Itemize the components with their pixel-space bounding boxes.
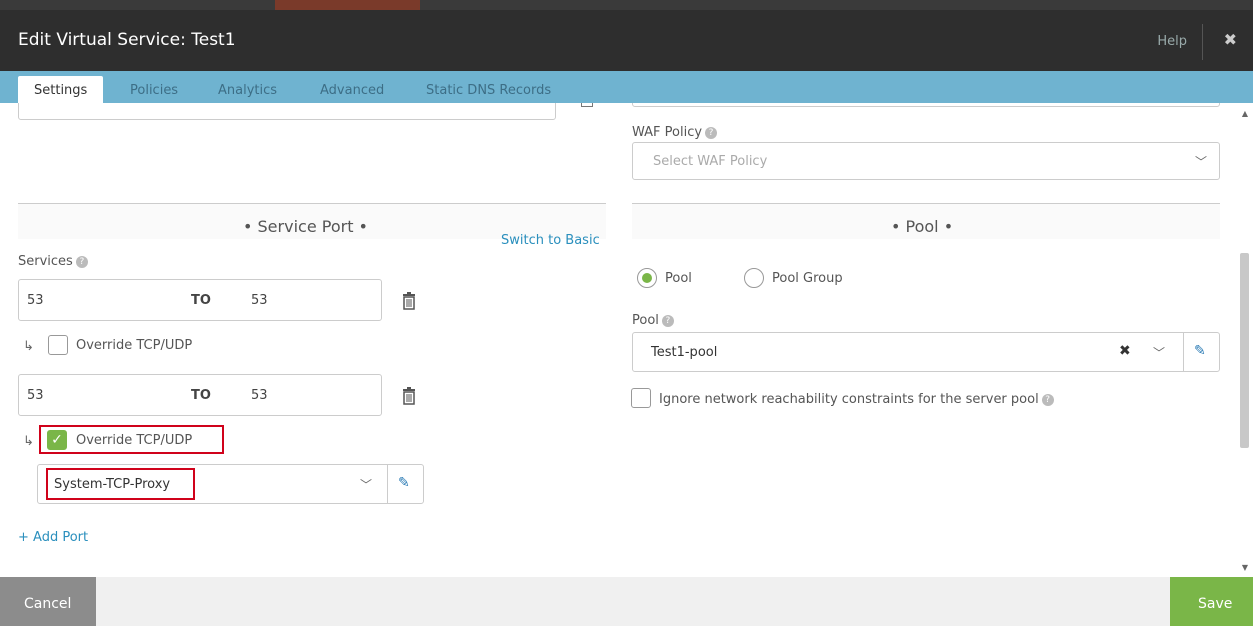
help-icon: ? [661,315,674,327]
arrow-icon: ↳ [23,339,34,354]
help-icon: ? [705,127,718,139]
arrow-icon: ↳ [23,434,34,449]
modal-title: Edit Virtual Service: Test1 [18,30,236,50]
help-icon: ? [1041,394,1054,406]
port-to-input[interactable]: 53 [251,293,268,308]
service-port-row-2[interactable]: 53 TO 53 [18,374,382,416]
override-tcp-udp-label-1: Override TCP/UDP [76,338,193,353]
select-divider [387,465,388,503]
service-port-title: • Service Port • [243,217,368,236]
help-link[interactable]: Help [1157,34,1187,49]
cancel-button[interactable]: Cancel [0,577,96,626]
override-tcp-udp-checkbox-2[interactable]: ✓ [47,430,67,450]
override-tcp-udp-label-2: Override TCP/UDP [76,433,193,448]
tab-static-dns-records[interactable]: Static DNS Records [426,83,551,98]
tab-analytics[interactable]: Analytics [218,83,277,98]
ignore-reachability-label: Ignore network reachability constraints … [659,392,1054,407]
close-icon[interactable]: ✖ [1224,30,1237,49]
waf-policy-select[interactable]: Select WAF Policy ﹀ [632,142,1220,180]
help-icon: ? [75,256,88,268]
radio-pool-group-label: Pool Group [772,271,843,286]
background-accent [275,0,420,10]
settings-panel: WAF Policy? Select WAF Policy ﹀ • Servic… [0,103,1253,577]
pool-label: Pool? [632,313,674,328]
pool-select[interactable]: Test1-pool ✖ ﹀ ✎ [632,332,1220,372]
header-divider [1202,24,1203,60]
port-from-input[interactable]: 53 [27,293,44,308]
switch-to-basic-link[interactable]: Switch to Basic [501,233,600,248]
cutoff-input-right[interactable] [632,103,1220,107]
tab-bar: Settings Policies Analytics Advanced Sta… [0,71,1253,104]
service-port-row-1[interactable]: 53 TO 53 [18,279,382,321]
radio-pool-group[interactable] [744,268,764,288]
clear-icon[interactable]: ✖ [1119,343,1131,359]
chevron-down-icon: ﹀ [1153,346,1166,360]
scroll-down-arrow[interactable]: ▼ [1242,563,1248,572]
edit-pencil-icon[interactable]: ✎ [1194,343,1206,359]
modal-footer: Cancel Save [0,577,1253,626]
cutoff-input-left[interactable] [18,103,556,120]
scrollbar-thumb[interactable] [1240,253,1249,448]
modal-header: Edit Virtual Service: Test1 Help ✖ [0,10,1253,71]
tab-policies[interactable]: Policies [130,83,178,98]
to-label: TO [191,293,211,308]
trash-icon[interactable] [402,292,416,310]
services-label: Services? [18,254,88,269]
port-from-input[interactable]: 53 [27,388,44,403]
trash-icon[interactable] [402,387,416,405]
waf-policy-placeholder: Select WAF Policy [653,154,768,169]
select-divider [1183,333,1184,371]
to-label: TO [191,388,211,403]
chevron-down-icon: ﹀ [360,478,373,492]
port-to-input[interactable]: 53 [251,388,268,403]
radio-pool-label: Pool [665,271,692,286]
cutoff-icon [581,103,593,107]
ignore-reachability-checkbox[interactable] [631,388,651,408]
add-port-link[interactable]: + Add Port [18,530,88,545]
background-strip [0,0,1253,10]
pool-title: • Pool • [891,217,954,236]
tab-settings[interactable]: Settings [18,76,104,104]
pool-value: Test1-pool [651,345,718,360]
tab-advanced[interactable]: Advanced [320,83,384,98]
tcp-profile-value: System-TCP-Proxy [54,477,171,492]
scrollbar[interactable] [1240,113,1249,575]
override-tcp-udp-checkbox-1[interactable] [48,335,68,355]
edit-pencil-icon[interactable]: ✎ [398,475,410,491]
chevron-down-icon: ﹀ [1194,155,1207,169]
save-button[interactable]: Save [1170,577,1253,626]
radio-pool[interactable] [637,268,657,288]
waf-policy-label: WAF Policy? [632,125,718,140]
